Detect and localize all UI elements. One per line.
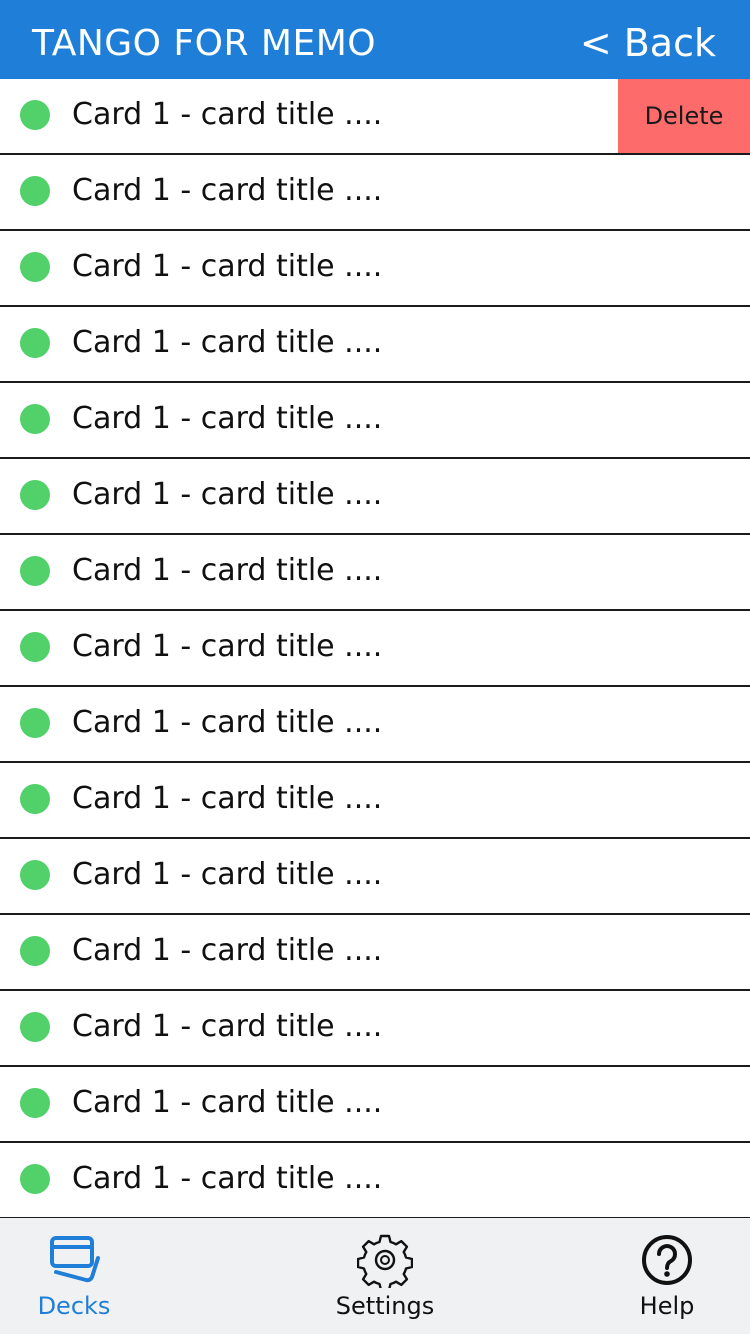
delete-button[interactable]: Delete	[618, 79, 750, 153]
status-dot-icon	[20, 556, 50, 586]
list-item[interactable]: Card 1 - card title ....	[0, 383, 750, 459]
card-title: Card 1 - card title ....	[72, 1085, 383, 1120]
tab-help[interactable]: Help	[587, 1218, 747, 1334]
tab-label: Decks	[37, 1292, 111, 1320]
status-dot-icon	[20, 404, 50, 434]
list-item[interactable]: Card 1 - card title ....	[0, 231, 750, 307]
list-item[interactable]: Card 1 - card title ....	[0, 611, 750, 687]
card-title: Card 1 - card title ....	[72, 553, 383, 588]
list-item[interactable]: Card 1 - card title ....	[0, 687, 750, 763]
card-title: Card 1 - card title ....	[72, 705, 383, 740]
card-title: Card 1 - card title ....	[72, 857, 383, 892]
list-item[interactable]: Card 1 - card title ....	[0, 155, 750, 231]
tab-decks[interactable]: Decks	[0, 1218, 154, 1334]
status-dot-icon	[20, 328, 50, 358]
list-item[interactable]: Card 1 - card title ....	[0, 307, 750, 383]
list-item[interactable]: Card 1 - card title .... Delete	[0, 79, 750, 155]
card-title: Card 1 - card title ....	[72, 477, 383, 512]
card-title: Card 1 - card title ....	[72, 97, 383, 132]
status-dot-icon	[20, 252, 50, 282]
tab-settings[interactable]: Settings	[305, 1218, 465, 1334]
app-title: TANGO FOR MEMO	[32, 23, 377, 64]
status-dot-icon	[20, 176, 50, 206]
list-item[interactable]: Card 1 - card title ....	[0, 991, 750, 1067]
tab-label: Help	[639, 1292, 695, 1320]
card-title: Card 1 - card title ....	[72, 629, 383, 664]
tab-label: Settings	[335, 1292, 435, 1320]
card-title: Card 1 - card title ....	[72, 249, 383, 284]
status-dot-icon	[20, 100, 50, 130]
card-title: Card 1 - card title ....	[72, 173, 383, 208]
gear-icon	[357, 1234, 413, 1288]
tab-bar: Decks Settings Help	[0, 1218, 750, 1334]
decks-icon	[50, 1236, 100, 1283]
list-item[interactable]: Card 1 - card title ....	[0, 763, 750, 839]
status-dot-icon	[20, 1088, 50, 1118]
list-item[interactable]: Card 1 - card title ....	[0, 915, 750, 991]
list-item[interactable]: Card 1 - card title ....	[0, 1143, 750, 1218]
list-item[interactable]: Card 1 - card title ....	[0, 1067, 750, 1143]
list-item[interactable]: Card 1 - card title ....	[0, 535, 750, 611]
list-item[interactable]: Card 1 - card title ....	[0, 839, 750, 915]
card-title: Card 1 - card title ....	[72, 325, 383, 360]
status-dot-icon	[20, 784, 50, 814]
back-button[interactable]: < Back	[580, 21, 716, 65]
status-dot-icon	[20, 1012, 50, 1042]
status-dot-icon	[20, 860, 50, 890]
help-icon	[642, 1235, 692, 1285]
status-dot-icon	[20, 936, 50, 966]
card-title: Card 1 - card title ....	[72, 933, 383, 968]
card-list: Card 1 - card title .... Delete Card 1 -…	[0, 79, 750, 1218]
app-header: TANGO FOR MEMO < Back	[0, 0, 750, 79]
card-title: Card 1 - card title ....	[72, 781, 383, 816]
status-dot-icon	[20, 632, 50, 662]
status-dot-icon	[20, 1164, 50, 1194]
status-dot-icon	[20, 480, 50, 510]
status-dot-icon	[20, 708, 50, 738]
card-title: Card 1 - card title ....	[72, 401, 383, 436]
list-item[interactable]: Card 1 - card title ....	[0, 459, 750, 535]
card-title: Card 1 - card title ....	[72, 1009, 383, 1044]
card-title: Card 1 - card title ....	[72, 1161, 383, 1196]
